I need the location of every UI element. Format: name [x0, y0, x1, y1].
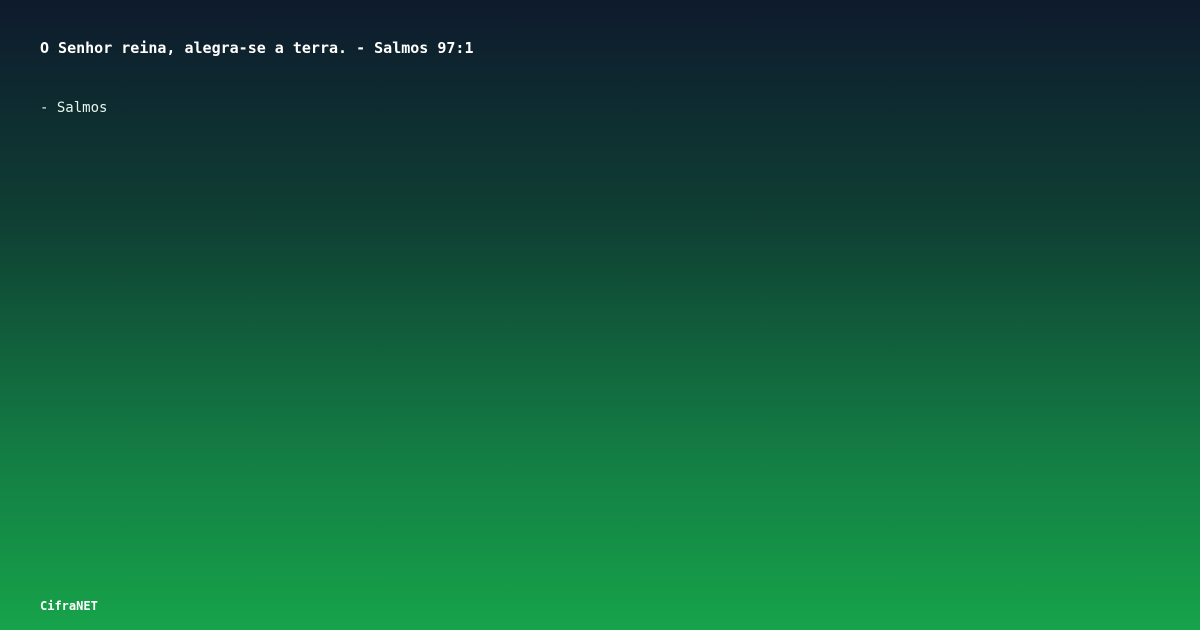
- brand-name: CifraNET: [40, 599, 98, 613]
- quote-author: - Salmos: [40, 100, 108, 116]
- quote-text: O Senhor reina, alegra-se a terra. - Sal…: [40, 39, 474, 57]
- quote-card: O Senhor reina, alegra-se a terra. - Sal…: [0, 0, 1200, 630]
